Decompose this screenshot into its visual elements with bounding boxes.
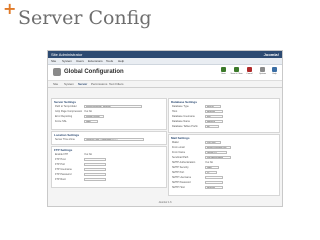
menu-item-extensions[interactable]: Extensions [88, 58, 103, 64]
menu-item-users[interactable]: Users [76, 58, 84, 64]
save-close-icon [234, 67, 239, 72]
smtp-port-label: SMTP Port [172, 171, 185, 174]
menu-item-system[interactable]: System [62, 58, 72, 64]
ftp-host-input[interactable] [84, 158, 106, 161]
toolbar: Global Configuration Save Save & Close C… [48, 65, 282, 81]
db-host-label: Host [172, 110, 178, 113]
footer: Joomla! 1.6 [158, 201, 172, 204]
db-username-label: Database Username [172, 115, 195, 118]
gzip-label: Gzip Page Compression [55, 110, 83, 113]
location-settings-heading: Location Settings [54, 133, 80, 137]
config-tabs: Site System Server Permissions Text Filt… [48, 81, 282, 88]
ftp-root-label: FTP Root [55, 178, 66, 181]
sendmail-path-input[interactable]: /usr/sbin/sendmail [205, 156, 231, 159]
tab-system[interactable]: System [64, 82, 74, 87]
smtp-username-label: SMTP Username [172, 176, 192, 179]
main-menu: Site System Users Extensions Tools Help [48, 58, 282, 65]
db-username-input[interactable]: root [205, 115, 223, 118]
smtp-host-label: SMTP Host [172, 186, 185, 189]
server-settings-panel: Server Settings Path to Temp-folder /hom… [51, 98, 167, 130]
enable-ftp-label: Enable FTP [55, 153, 69, 156]
site-brand: Site Administrator [51, 52, 83, 57]
menu-item-tools[interactable]: Tools [106, 58, 113, 64]
force-ssl-label: Force SSL [55, 120, 67, 123]
db-type-label: Database Type [172, 105, 189, 108]
save-close-button[interactable]: Save & Close [230, 67, 243, 78]
ftp-password-label: FTP Password [55, 173, 72, 176]
plus-icon: + [3, 0, 17, 18]
admin-topbar: Site Administrator Joomla! [48, 51, 282, 58]
timezone-label: Server Time Zone [55, 138, 75, 141]
ftp-host-label: FTP Host [55, 158, 66, 161]
ftp-settings-panel: FTP Settings Enable FTP Yes No FTP Host … [51, 146, 167, 188]
database-settings-panel: Database Settings Database Type MySQLi H… [168, 98, 280, 133]
tab-permissions[interactable]: Permissions [91, 82, 107, 87]
help-label: Help [272, 73, 277, 75]
tab-text-filters[interactable]: Text Filters [109, 82, 124, 87]
location-settings-panel: Location Settings Server Time Zone Unive… [51, 131, 167, 145]
mailer-select[interactable]: PHP Mail [205, 141, 221, 144]
smtp-port-input[interactable]: 25 [205, 171, 217, 174]
smtp-auth-radio[interactable]: Yes No [205, 161, 213, 164]
cancel-button[interactable]: Cancel [244, 67, 255, 78]
tab-server[interactable]: Server [78, 82, 87, 87]
ftp-username-input[interactable] [84, 168, 106, 171]
error-reporting-label: Error Reporting [55, 115, 73, 118]
smtp-auth-label: SMTP Authentication [172, 161, 196, 164]
mail-settings-heading: Mail Settings [171, 136, 190, 140]
admin-window: Site Administrator Joomla! Site System U… [47, 50, 283, 207]
slide-title: Server Config [18, 7, 152, 29]
joomla-logo: Joomla! [263, 52, 279, 57]
menu-item-help[interactable]: Help [118, 58, 124, 64]
save-icon [221, 67, 226, 72]
server-settings-heading: Server Settings [54, 100, 77, 104]
from-email-input[interactable]: admin@example.com [205, 146, 231, 149]
menu-item-site[interactable]: Site [51, 58, 56, 64]
smtp-security-label: SMTP Security [172, 166, 189, 169]
enable-ftp-radio[interactable]: Yes No [84, 153, 92, 156]
cancel-icon [247, 67, 252, 72]
temp-folder-label: Path to Temp-folder [55, 105, 77, 108]
smtp-password-input[interactable] [205, 181, 223, 184]
smtp-password-label: SMTP Password [172, 181, 191, 184]
gzip-radio[interactable]: Yes No [84, 110, 92, 113]
tab-site[interactable]: Site [53, 82, 58, 87]
temp-folder-input[interactable]: /home/user/public_html/tmp [84, 105, 142, 108]
options-icon [260, 67, 265, 72]
smtp-security-select[interactable]: None [205, 166, 219, 169]
ftp-settings-heading: FTP Settings [54, 148, 73, 152]
smtp-host-input[interactable]: localhost [205, 186, 223, 189]
help-icon [272, 67, 277, 72]
ftp-password-input[interactable] [84, 173, 106, 176]
help-button[interactable]: Help [269, 67, 280, 78]
from-name-input[interactable]: Joomla 1.6 [205, 151, 227, 154]
ftp-root-input[interactable] [84, 178, 106, 181]
smtp-username-input[interactable] [205, 176, 223, 179]
db-type-input[interactable]: MySQLi [205, 105, 221, 108]
error-reporting-select[interactable]: System Default [84, 115, 104, 118]
save-button[interactable]: Save [218, 67, 229, 78]
ftp-port-label: FTP Port [55, 163, 65, 166]
timezone-select[interactable]: Universal Time, Coordinated (UTC) [84, 138, 144, 141]
db-name-label: Database Name [172, 120, 191, 123]
config-icon [53, 68, 61, 76]
force-ssl-select[interactable]: None [84, 120, 98, 123]
mailer-label: Mailer [172, 141, 179, 144]
db-name-input[interactable]: joomla16 [205, 120, 223, 123]
sendmail-path-label: Sendmail Path [172, 156, 189, 159]
db-host-input[interactable]: localhost [205, 110, 223, 113]
from-email-label: From email [172, 146, 185, 149]
ftp-username-label: FTP Username [55, 168, 72, 171]
from-name-label: From Name [172, 151, 186, 154]
db-prefix-label: Database Tables Prefix [172, 125, 198, 128]
mail-settings-panel: Mail Settings Mailer PHP Mail From email… [168, 134, 280, 196]
db-prefix-input[interactable]: jos_ [205, 125, 219, 128]
ftp-port-input[interactable] [84, 163, 106, 166]
database-settings-heading: Database Settings [171, 100, 198, 104]
page-title: Global Configuration [64, 69, 124, 75]
